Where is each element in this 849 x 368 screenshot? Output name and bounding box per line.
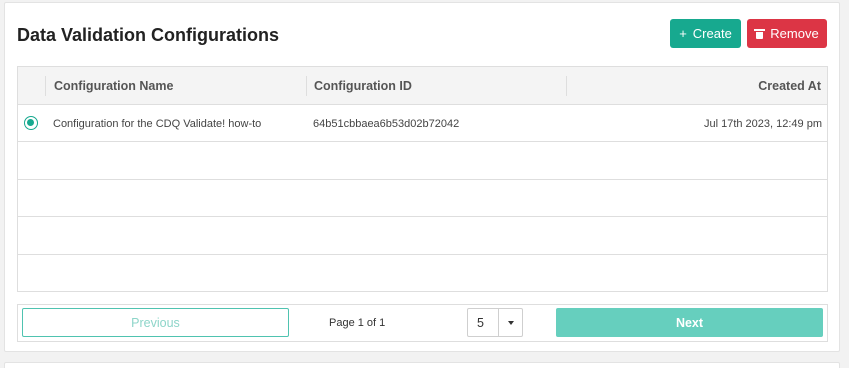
previous-button[interactable]: Previous xyxy=(22,308,289,337)
configurations-card: Data Validation Configurations + Create … xyxy=(4,2,840,352)
remove-button-label: Remove xyxy=(770,26,819,41)
create-button[interactable]: + Create xyxy=(670,19,741,48)
page-size-select[interactable]: 5 xyxy=(467,308,523,337)
column-separator xyxy=(45,76,46,96)
empty-table-row xyxy=(18,143,827,180)
configuration-name-cell: Configuration for the CDQ Validate! how-… xyxy=(53,117,262,130)
secondary-card xyxy=(4,362,840,368)
column-separator xyxy=(566,76,567,96)
trash-icon xyxy=(754,28,766,39)
empty-table-row xyxy=(18,255,827,292)
remove-button[interactable]: Remove xyxy=(747,19,827,48)
table-row[interactable]: Configuration for the CDQ Validate! how-… xyxy=(18,105,827,142)
column-header-created-at[interactable]: Created At xyxy=(758,67,821,105)
next-button[interactable]: Next xyxy=(556,308,823,337)
column-header-id[interactable]: Configuration ID xyxy=(314,67,412,105)
row-select-radio[interactable] xyxy=(24,116,38,130)
chevron-down-icon xyxy=(508,321,514,325)
page-size-value: 5 xyxy=(477,315,484,330)
page-title: Data Validation Configurations xyxy=(17,25,280,45)
table-header: Configuration Name Configuration ID Crea… xyxy=(18,67,827,105)
created-at-cell: Jul 17th 2023, 12:49 pm xyxy=(703,117,822,130)
plus-icon: + xyxy=(679,26,687,41)
pagination-bar: Previous Page 1 of 1 5 Next xyxy=(17,304,828,342)
select-divider xyxy=(498,309,499,336)
configuration-id-cell: 64b51cbbaea6b53d02b72042 xyxy=(313,117,460,130)
empty-table-row xyxy=(18,218,827,255)
column-header-name[interactable]: Configuration Name xyxy=(54,67,173,105)
page-info: Page 1 of 1 xyxy=(329,316,386,329)
column-separator xyxy=(306,76,307,96)
configurations-table: Configuration Name Configuration ID Crea… xyxy=(17,66,828,292)
create-button-label: Create xyxy=(692,26,732,41)
empty-table-row xyxy=(18,180,827,217)
